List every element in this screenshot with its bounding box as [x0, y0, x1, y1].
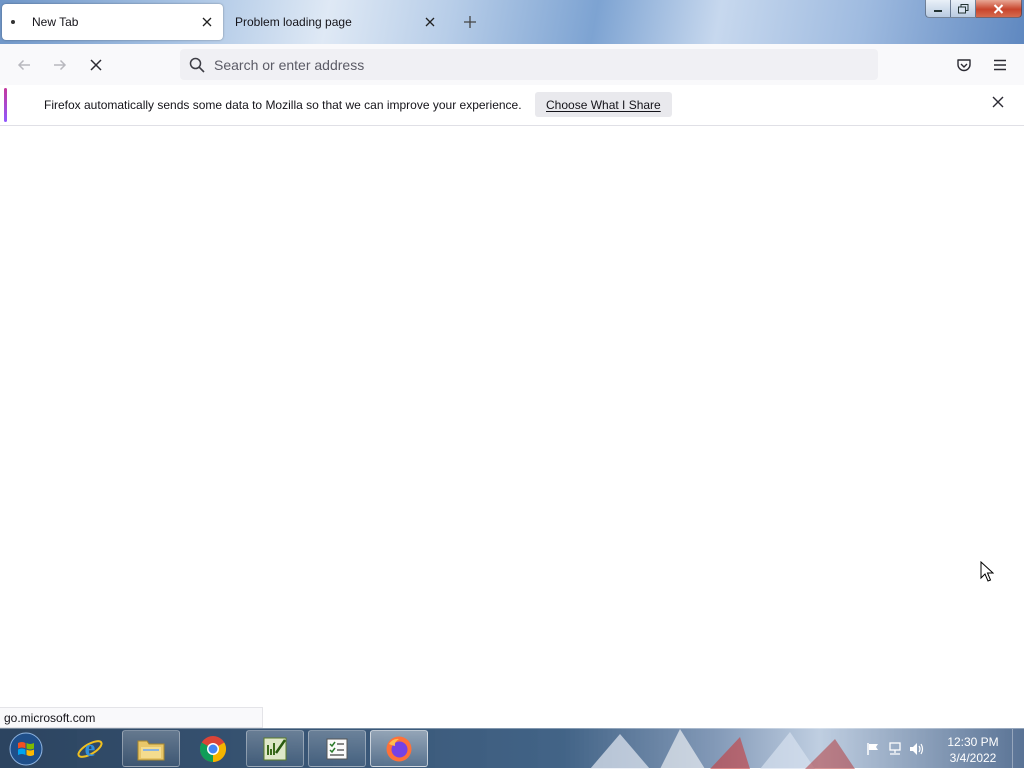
notification-accent	[4, 88, 7, 122]
action-center-flag-icon[interactable]	[862, 738, 884, 760]
back-arrow-icon[interactable]	[11, 52, 37, 78]
page-content[interactable]	[0, 126, 1024, 728]
close-icon[interactable]	[976, 0, 1022, 18]
close-icon[interactable]	[197, 12, 217, 32]
choose-what-i-share-button[interactable]: Choose What I Share	[535, 92, 672, 117]
chrome-icon[interactable]	[184, 730, 242, 767]
clock-date: 3/4/2022	[949, 751, 997, 765]
address-bar[interactable]	[180, 49, 878, 80]
tab-title: Problem loading page	[235, 15, 352, 29]
search-icon	[189, 57, 205, 73]
file-explorer-icon[interactable]	[122, 730, 180, 767]
status-link-preview: go.microsoft.com	[0, 707, 263, 728]
tab-problem-loading[interactable]: Problem loading page	[226, 4, 446, 40]
title-bar: New Tab Problem loading page	[0, 0, 1024, 44]
notification-message: Firefox automatically sends some data to…	[44, 98, 522, 112]
forward-arrow-icon[interactable]	[47, 52, 73, 78]
wallpaper-art	[590, 729, 855, 769]
taskbar-clock[interactable]: 12:30 PM 3/4/2022	[940, 734, 1006, 766]
mouse-cursor-icon	[980, 560, 995, 586]
clock-time: 12:30 PM	[947, 735, 999, 749]
spreadsheet-editor-icon[interactable]	[246, 730, 304, 767]
restore-icon[interactable]	[951, 0, 976, 18]
close-icon[interactable]	[990, 94, 1006, 113]
volume-icon[interactable]	[906, 738, 928, 760]
close-icon[interactable]	[420, 12, 440, 32]
task-list-icon[interactable]	[308, 730, 366, 767]
tab-new-tab[interactable]: New Tab	[2, 4, 223, 40]
internet-explorer-icon[interactable]: e	[61, 730, 119, 767]
stop-icon[interactable]	[83, 52, 109, 78]
windows-start-icon[interactable]	[4, 731, 48, 767]
tab-loading-dot-icon	[11, 20, 15, 24]
hamburger-menu-icon[interactable]	[987, 52, 1013, 78]
minimize-icon[interactable]	[925, 0, 951, 18]
pocket-icon[interactable]	[951, 52, 977, 78]
plus-icon[interactable]	[459, 11, 481, 33]
system-tray	[862, 729, 928, 769]
url-input[interactable]	[214, 56, 814, 73]
network-icon[interactable]	[884, 738, 906, 760]
firefox-icon[interactable]	[370, 730, 428, 767]
window-controls	[925, 0, 1022, 19]
svg-text:e: e	[85, 736, 96, 762]
show-desktop-button[interactable]	[1012, 729, 1024, 769]
data-collection-notification: Firefox automatically sends some data to…	[0, 85, 1024, 126]
tab-title: New Tab	[32, 15, 79, 29]
windows-taskbar: e 12:30 PM 3/4/2022	[0, 728, 1024, 769]
navigation-toolbar	[0, 44, 1024, 85]
